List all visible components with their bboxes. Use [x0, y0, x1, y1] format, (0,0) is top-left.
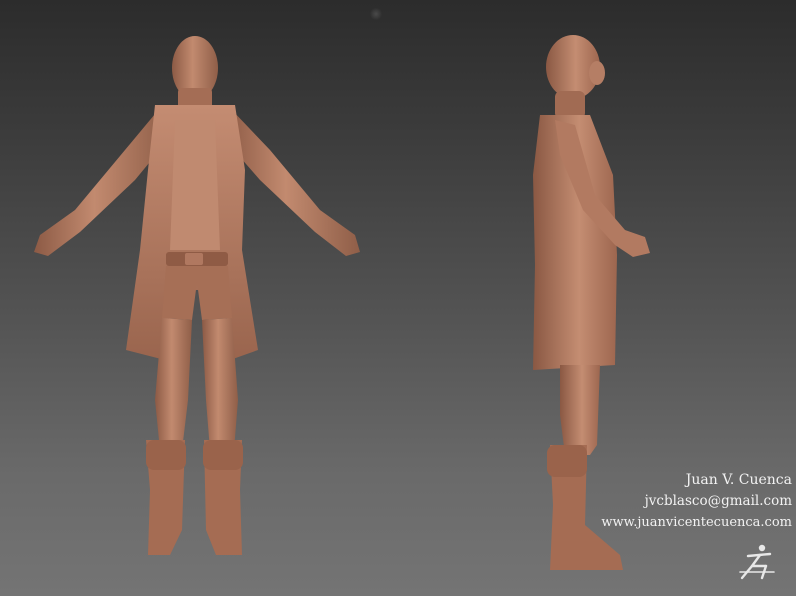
- author-website: www.juanvicentecuenca.com: [601, 515, 792, 530]
- leg: [560, 365, 600, 455]
- right-leg: [202, 318, 238, 450]
- torso: [170, 120, 220, 250]
- belt-buckle: [185, 253, 203, 265]
- front-view-figure: [34, 36, 360, 555]
- zbrush-logo-icon: [739, 544, 775, 580]
- render-viewport: Juan V. Cuenca jvcblasco@gmail.com www.j…: [0, 0, 796, 596]
- author-credits: Juan V. Cuenca jvcblasco@gmail.com www.j…: [601, 470, 792, 533]
- background-spot: [370, 8, 382, 20]
- right-arm: [225, 108, 360, 256]
- shorts: [162, 266, 232, 320]
- author-email: jvcblasco@gmail.com: [644, 493, 792, 509]
- author-name: Juan V. Cuenca: [685, 472, 792, 488]
- left-leg: [155, 318, 192, 450]
